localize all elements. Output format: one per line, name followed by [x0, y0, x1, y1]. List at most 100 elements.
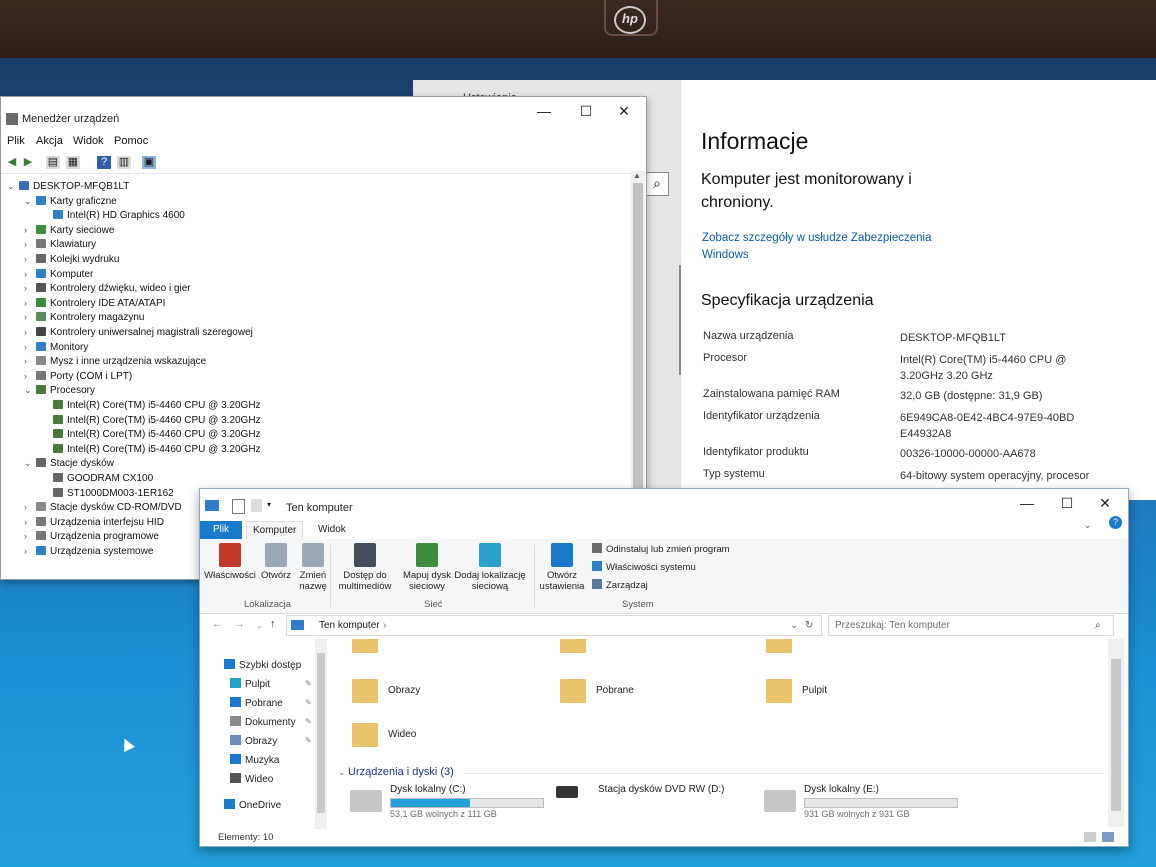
- nav-item[interactable]: Dokumenty: [230, 716, 296, 728]
- collapsed-chevron-icon[interactable]: ›: [24, 342, 36, 352]
- tab-plik[interactable]: Plik: [200, 521, 242, 539]
- collapsed-chevron-icon[interactable]: ›: [24, 269, 36, 279]
- tree-item[interactable]: › Karty sieciowe: [24, 224, 114, 239]
- tree-item[interactable]: › Kolejki wydruku: [24, 254, 119, 268]
- uninstall-program-button[interactable]: Odinstaluj lub zmień program: [592, 543, 730, 557]
- tree-item[interactable]: ⌄ DESKTOP-MFQB1LT: [7, 181, 129, 195]
- collapsed-chevron-icon[interactable]: ›: [24, 312, 36, 322]
- nav-item[interactable]: Pobrane: [230, 697, 283, 709]
- scan-hardware-icon[interactable]: ▣: [142, 156, 156, 169]
- collapsed-chevron-icon[interactable]: ›: [24, 254, 36, 264]
- properties-qat-icon[interactable]: [232, 499, 245, 514]
- collapsed-chevron-icon[interactable]: ›: [24, 531, 36, 541]
- nav-pane-scrollbar[interactable]: [315, 639, 327, 829]
- collapsed-chevron-icon[interactable]: ›: [24, 239, 36, 249]
- collapsed-chevron-icon[interactable]: ›: [24, 356, 36, 366]
- menu-plik[interactable]: Plik: [7, 135, 25, 147]
- large-icons-view-icon[interactable]: [1102, 832, 1114, 842]
- tree-item[interactable]: › Porty (COM i LPT): [24, 370, 132, 385]
- open-settings-button[interactable]: Otwórz ustawienia: [536, 543, 588, 592]
- tree-item[interactable]: ⌄ Stacje dysków: [24, 458, 114, 472]
- address-input[interactable]: Ten komputer › ⌄ ↻: [286, 615, 822, 636]
- manage-button[interactable]: Zarządzaj: [592, 579, 648, 593]
- collapsed-chevron-icon[interactable]: ›: [24, 371, 36, 381]
- properties-button[interactable]: Właściwości: [204, 543, 256, 581]
- back-icon[interactable]: ←: [212, 618, 223, 630]
- collapsed-chevron-icon[interactable]: ›: [24, 546, 36, 556]
- maximize-button[interactable]: ☐: [569, 97, 603, 127]
- search-input[interactable]: Przeszukaj: Ten komputer ⌕: [828, 615, 1114, 636]
- quick-access-toolbar[interactable]: ▾ Ten komputer — ☐ ✕: [200, 489, 1128, 519]
- tree-item[interactable]: ST1000DM003-1ER162: [41, 487, 174, 502]
- tree-item[interactable]: › Monitory: [24, 341, 88, 356]
- tree-item[interactable]: › Mysz i inne urządzenia wskazujące: [24, 356, 206, 370]
- recent-dropdown-icon[interactable]: ⌄: [256, 621, 263, 630]
- devices-section-header[interactable]: ⌄ Urządzenia i dyski (3): [338, 766, 454, 778]
- content-scrollbar[interactable]: [1108, 639, 1124, 827]
- help-icon[interactable]: ?: [1109, 516, 1122, 529]
- map-drive-button[interactable]: Mapuj dysk sieciowy: [400, 543, 454, 592]
- search-icon[interactable]: ⌕: [1095, 616, 1101, 635]
- titlebar[interactable]: Menedżer urządzeń — ☐ ✕: [1, 97, 646, 133]
- new-folder-qat-icon[interactable]: [251, 499, 262, 512]
- tree-item[interactable]: Intel(R) Core(TM) i5-4460 CPU @ 3.20GHz: [41, 400, 261, 414]
- tree-item[interactable]: › Kontrolery magazynu: [24, 312, 145, 326]
- collapsed-chevron-icon[interactable]: ›: [24, 502, 36, 512]
- expanded-chevron-icon[interactable]: ⌄: [24, 196, 36, 207]
- close-button[interactable]: ✕: [607, 97, 641, 127]
- tree-item[interactable]: › Kontrolery IDE ATA/ATAPI: [24, 297, 165, 312]
- close-button[interactable]: ✕: [1088, 489, 1122, 519]
- pin-icon[interactable]: ✎: [305, 679, 312, 688]
- help-icon[interactable]: ?: [97, 156, 111, 169]
- tree-item[interactable]: ⌄ Karty graficzne: [24, 195, 117, 210]
- system-properties-button[interactable]: Właściwości systemu: [592, 561, 696, 575]
- details-view-icon[interactable]: [1084, 832, 1096, 842]
- qat-dropdown-icon[interactable]: ▾: [267, 500, 271, 509]
- tree-item[interactable]: › Kontrolery uniwersalnej magistrali szer…: [24, 327, 253, 341]
- scroll-up-icon[interactable]: ▲: [633, 171, 641, 180]
- up-icon[interactable]: ↑: [270, 618, 276, 630]
- tree-item[interactable]: ⌄ Procesory: [24, 385, 95, 399]
- expanded-chevron-icon[interactable]: ⌄: [7, 181, 19, 192]
- tree-item[interactable]: GOODRAM CX100: [41, 473, 153, 487]
- collapsed-chevron-icon[interactable]: ›: [24, 327, 36, 337]
- breadcrumb-chevron-icon[interactable]: ›: [383, 616, 386, 635]
- maximize-button[interactable]: ☐: [1050, 489, 1084, 519]
- tree-item[interactable]: › Kontrolery dźwięku, wideo i gier: [24, 283, 191, 297]
- tree-item[interactable]: › Stacje dysków CD-ROM/DVD: [24, 502, 182, 516]
- back-icon[interactable]: ◀: [5, 156, 19, 169]
- tree-item[interactable]: › Urządzenia interfejsu HID: [24, 516, 164, 531]
- minimize-button[interactable]: —: [1010, 489, 1044, 519]
- nav-item[interactable]: Wideo: [230, 773, 273, 785]
- pin-icon[interactable]: ✎: [305, 736, 312, 745]
- collapse-chevron-icon[interactable]: ⌄: [338, 767, 348, 777]
- nav-item[interactable]: Pulpit: [230, 678, 270, 690]
- forward-icon[interactable]: →: [234, 618, 245, 630]
- tree-item[interactable]: Intel(R) HD Graphics 4600: [41, 210, 185, 224]
- nav-item[interactable]: OneDrive: [224, 799, 281, 811]
- scroll-thumb[interactable]: [317, 653, 325, 813]
- properties-view-icon[interactable]: ▤: [46, 156, 60, 169]
- pin-icon[interactable]: ✎: [305, 698, 312, 707]
- collapsed-chevron-icon[interactable]: ›: [24, 298, 36, 308]
- tree-item[interactable]: Intel(R) Core(TM) i5-4460 CPU @ 3.20GHz: [41, 443, 261, 458]
- collapsed-chevron-icon[interactable]: ›: [24, 225, 36, 235]
- tree-item[interactable]: › Klawiatury: [24, 239, 96, 253]
- tree-item[interactable]: Intel(R) Core(TM) i5-4460 CPU @ 3.20GHz: [41, 414, 261, 429]
- pin-icon[interactable]: ✎: [305, 717, 312, 726]
- tree-item[interactable]: › Urządzenia programowe: [24, 531, 159, 545]
- list-view-icon[interactable]: ▦: [66, 156, 80, 169]
- minimize-button[interactable]: —: [527, 97, 561, 127]
- forward-icon[interactable]: ▶: [21, 156, 35, 169]
- media-access-button[interactable]: Dostęp do multimediów: [334, 543, 396, 592]
- refresh-icon[interactable]: ↻: [805, 616, 813, 635]
- menu-akcja[interactable]: Akcja: [36, 135, 63, 147]
- scroll-thumb[interactable]: [1111, 659, 1121, 811]
- search-icon[interactable]: ⌕: [645, 172, 669, 196]
- tab-widok[interactable]: Widok: [312, 521, 352, 539]
- security-details-link[interactable]: Zobacz szczegóły w usłudze Zabezpieczeni…: [702, 230, 952, 264]
- open-button[interactable]: Otwórz: [258, 543, 294, 581]
- nav-item[interactable]: Szybki dostęp: [224, 659, 301, 671]
- expanded-chevron-icon[interactable]: ⌄: [24, 385, 36, 396]
- address-dropdown-icon[interactable]: ⌄: [790, 616, 798, 635]
